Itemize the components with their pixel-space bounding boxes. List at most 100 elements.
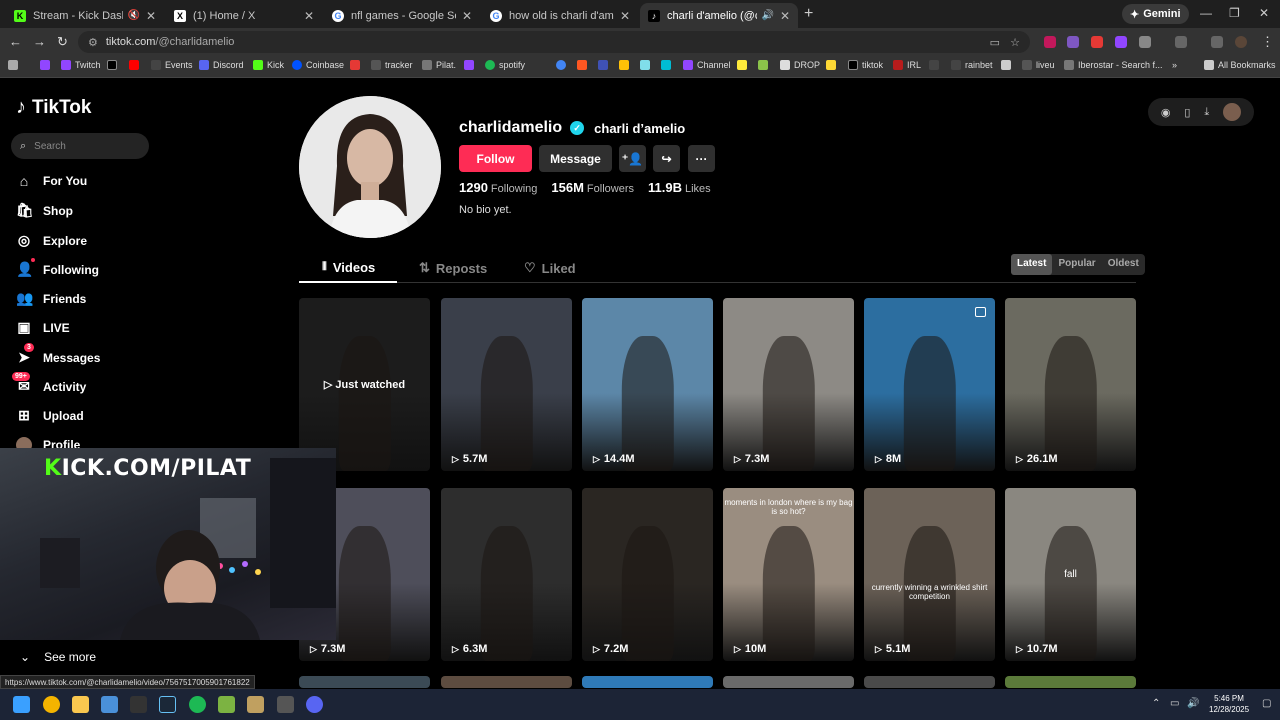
keyboard-icon[interactable] <box>277 696 294 713</box>
sort-oldest[interactable]: Oldest <box>1102 254 1145 275</box>
browser-tab-tiktok[interactable]: ♪ charli d'amelio (@charlidam 🔊 ✕ <box>640 3 798 28</box>
audio-icon[interactable]: 🔊 <box>761 10 773 21</box>
apps-icon[interactable] <box>8 60 18 70</box>
forward-icon[interactable]: → <box>33 34 46 49</box>
volume-icon[interactable]: 🔊 <box>1187 698 1199 709</box>
sidebar-item-upload[interactable]: ⊞ Upload <box>16 407 84 424</box>
bookmark-item[interactable] <box>929 60 939 70</box>
bookmark-rainbet[interactable]: rainbet <box>951 60 993 70</box>
mute-icon[interactable]: 🔇 <box>127 10 139 21</box>
bookmark-drop[interactable]: DROP <box>780 60 820 70</box>
more-bookmarks-icon[interactable]: » <box>1172 60 1177 70</box>
bookmark-item[interactable] <box>737 60 747 70</box>
video-card-partial[interactable] <box>723 676 854 688</box>
system-clock[interactable]: 5:46 PM 12/28/2025 <box>1209 693 1249 715</box>
sidebar-item-explore[interactable]: ◎ Explore <box>16 232 87 249</box>
bookmark-kick[interactable]: Kick <box>253 60 284 70</box>
bookmark-tiktok[interactable]: tiktok <box>848 60 883 70</box>
network-icon[interactable]: ▭ <box>1170 698 1179 709</box>
close-icon[interactable]: ✕ <box>462 9 472 23</box>
bookmark-spotify[interactable]: spotify <box>485 60 525 70</box>
spotify-icon[interactable] <box>189 696 206 713</box>
video-card-partial[interactable] <box>299 676 430 688</box>
chrome-icon[interactable] <box>43 696 60 713</box>
video-card-4[interactable]: ▷ 8M <box>864 298 995 471</box>
sort-latest[interactable]: Latest <box>1011 254 1053 275</box>
video-card-3[interactable]: ▷ 7.3M <box>723 298 854 471</box>
epic-games-icon[interactable] <box>130 696 147 713</box>
browser-tab-x[interactable]: X (1) Home / X ✕ <box>166 3 322 28</box>
bookmark-item[interactable] <box>661 60 671 70</box>
video-card-0[interactable]: ▷ Just watched ▷5M <box>299 298 430 471</box>
bookmark-irl[interactable]: IRL <box>893 60 921 70</box>
close-icon[interactable]: ✕ <box>146 9 156 23</box>
address-bar[interactable]: ⚙ tiktok.com /@charlidamelio ▭ ☆ <box>78 31 1030 53</box>
bookmark-item[interactable] <box>1001 60 1011 70</box>
bookmark-youtube[interactable] <box>129 60 139 70</box>
bookmark-item[interactable] <box>350 60 360 70</box>
discord-icon[interactable] <box>306 696 323 713</box>
tab-reposts[interactable]: ⇅ Reposts <box>419 260 487 276</box>
windows-start-icon[interactable] <box>13 696 30 713</box>
video-card-11[interactable]: fall ▷ 10.7M <box>1005 488 1136 661</box>
coins-icon[interactable]: ◉ <box>1161 106 1171 119</box>
sidebar-item-messages[interactable]: ➤ 3 Messages <box>16 343 100 366</box>
device-icon[interactable]: ▯ <box>1184 106 1190 119</box>
profile-avatar[interactable] <box>299 96 441 238</box>
app-icon[interactable] <box>247 696 264 713</box>
followers-stat[interactable]: 156M Followers <box>551 180 634 195</box>
sidebar-item-for-you[interactable]: ⌂ For You <box>16 173 87 189</box>
bookmark-liveu[interactable]: liveu <box>1022 60 1055 70</box>
bookmark-discord[interactable]: Discord <box>199 60 244 70</box>
puzzle-icon[interactable] <box>1139 36 1151 48</box>
bookmark-item[interactable] <box>556 60 566 70</box>
sidebar-item-activity[interactable]: ✉ 99+ Activity <box>12 372 86 395</box>
bookmark-coinbase[interactable]: Coinbase <box>292 60 344 70</box>
share-button[interactable]: ↪ <box>653 145 680 172</box>
video-card-7[interactable]: ▷ 6.3M <box>441 488 572 661</box>
close-icon[interactable]: ✕ <box>304 9 314 23</box>
notifications-icon[interactable]: ▢ <box>1262 698 1271 709</box>
video-card-10[interactable]: currently winning a wrinkled shirt compe… <box>864 488 995 661</box>
video-card-partial[interactable] <box>582 676 713 688</box>
bookmark-channel[interactable]: Channel <box>683 60 731 70</box>
minimize-button[interactable]: — <box>1200 6 1212 20</box>
see-more-button[interactable]: ⌄ See more <box>20 650 96 664</box>
download-icon[interactable]: ⤓ <box>1204 106 1209 119</box>
minecraft-icon[interactable] <box>218 696 235 713</box>
gemini-button[interactable]: ✦ Gemini <box>1122 4 1189 24</box>
bookmark-item[interactable] <box>577 60 587 70</box>
browser-tab-google-2[interactable]: G how old is charli d'amelio - Goo ✕ <box>482 3 638 28</box>
extension-icon[interactable] <box>1067 36 1079 48</box>
bookmark-iberostar[interactable]: Iberostar - Search f... <box>1064 60 1163 70</box>
bookmark-item[interactable] <box>598 60 608 70</box>
profile-avatar-icon[interactable] <box>1235 36 1247 48</box>
following-stat[interactable]: 1290 Following <box>459 180 537 195</box>
sidebar-item-following[interactable]: 👤 Following <box>16 258 99 278</box>
tab-videos[interactable]: ⦀ Videos <box>322 260 375 275</box>
steam-icon[interactable] <box>159 696 176 713</box>
search-input[interactable]: ⌕ Search <box>11 133 149 159</box>
sort-popular[interactable]: Popular <box>1052 254 1101 275</box>
video-card-9[interactable]: moments in london where is my bag is so … <box>723 488 854 661</box>
bookmark-item[interactable] <box>758 60 768 70</box>
file-explorer-icon[interactable] <box>72 696 89 713</box>
more-options-button[interactable]: ··· <box>688 145 715 172</box>
video-card-partial[interactable] <box>441 676 572 688</box>
tray-chevron-icon[interactable]: ⌃ <box>1152 698 1160 709</box>
bookmark-item[interactable] <box>640 60 650 70</box>
bookmark-twitch[interactable]: Twitch <box>61 60 101 70</box>
video-card-partial[interactable] <box>864 676 995 688</box>
twitch-extension-icon[interactable] <box>1115 36 1127 48</box>
kebab-menu-icon[interactable]: ⋮ <box>1261 34 1274 50</box>
extension-icon[interactable] <box>1044 36 1056 48</box>
video-card-partial[interactable] <box>1005 676 1136 688</box>
user-avatar[interactable] <box>1223 103 1242 121</box>
app-icon[interactable] <box>101 696 118 713</box>
install-icon[interactable]: ▭ <box>990 36 1000 49</box>
new-tab-button[interactable]: + <box>804 5 813 23</box>
bookmark-tracker[interactable]: tracker <box>371 60 413 70</box>
video-card-2[interactable]: ▷ 14.4M <box>582 298 713 471</box>
add-friend-button[interactable]: ⁺👤 <box>619 145 646 172</box>
tab-search-icon[interactable] <box>1175 36 1187 48</box>
